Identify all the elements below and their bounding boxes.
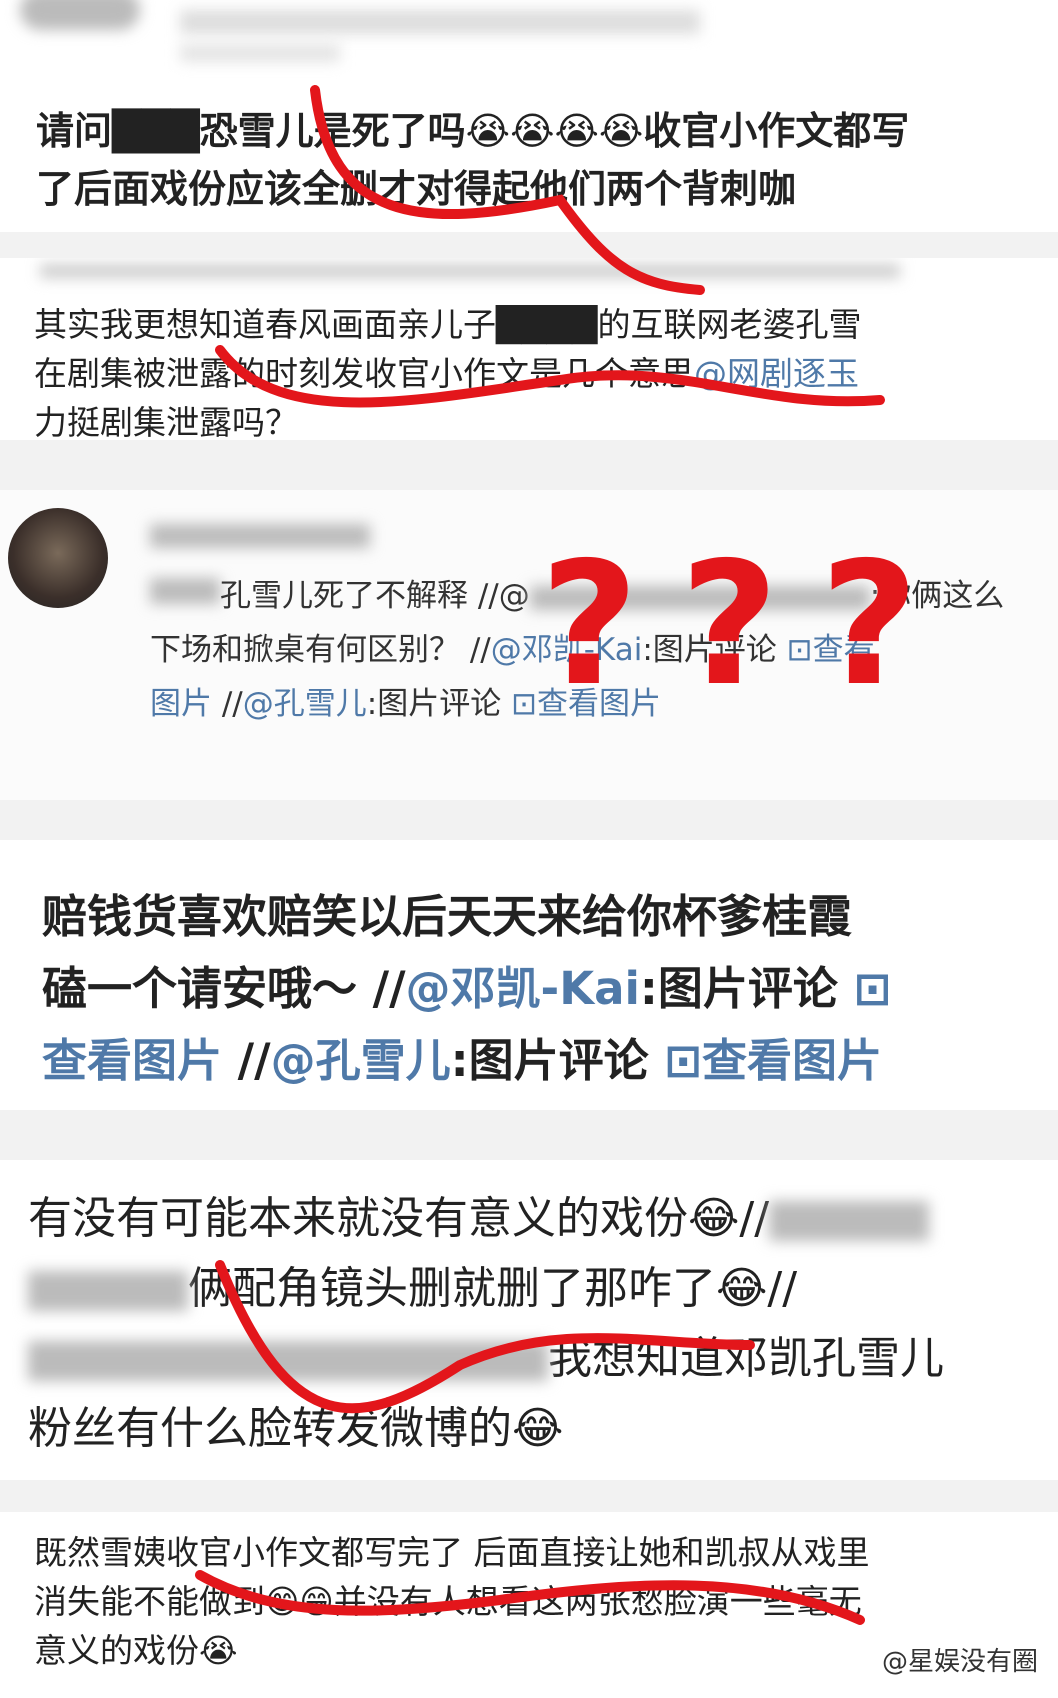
watermark: @星娱没有圈 [881, 1647, 1038, 1677]
mention-link[interactable]: @邓凯-Kai [406, 962, 640, 1015]
blurred-mention [28, 1341, 548, 1381]
blurred-mention [769, 1201, 930, 1241]
post-text-line: 意义的戏份😭 [34, 1631, 238, 1670]
image-icon[interactable]: ⊡ [854, 962, 892, 1015]
post-text-line: 有没有可能本来就没有意义的戏份😂// [28, 1182, 930, 1246]
blurred-header [20, 0, 140, 30]
post-card-6: 既然雪姨收官小作文都写完了 后面直接让她和凯叔从戏里 消失能不能做到😁😁并没有人… [0, 1512, 1058, 1698]
post-text-line: 赔钱货喜欢赔笑以后天天来给你杯爹桂霞 [42, 890, 853, 943]
view-image-link[interactable]: ⊡查看图片 [664, 1034, 882, 1087]
blurred-username [180, 10, 700, 34]
post-text-line: 在剧集被泄露的时刻发收官小作文是几个意思@网剧逐玉 [34, 347, 859, 395]
post-text-line: 力挺剧集泄露吗？ [34, 403, 298, 440]
post-text-line: 我想知道邓凯孔雪儿 [28, 1322, 944, 1386]
view-image-link[interactable]: 查看图片 [42, 1034, 222, 1087]
image-icon: ⊡ [664, 1034, 702, 1087]
mention-link[interactable]: @孔雪儿 [243, 686, 367, 722]
post-card-1: 请问███恐雪儿是死了吗😭😭😭😭收官小作文都写 了后面戏份应该全删才对得起他们两… [0, 0, 1058, 232]
post-text-line: 查看图片 //@孔雪儿:图片评论 ⊡查看图片 [42, 1024, 882, 1089]
blurred-mention [28, 1271, 188, 1311]
post-text: 孔雪儿死了不解释 //@ [220, 578, 530, 614]
post-text: 有没有可能本来就没有意义的戏份😂// [28, 1193, 770, 1244]
mention-link[interactable]: @孔雪儿 [271, 1034, 451, 1087]
blurred-time [180, 44, 340, 62]
post-text: :图片评论 [450, 1034, 649, 1087]
post-text-line: 消失能不能做到😁😁并没有人想看这两张愁脸演一些毫无 [34, 1582, 862, 1621]
image-icon: ⊡ [511, 686, 538, 722]
post-card-4: 赔钱货喜欢赔笑以后天天来给你杯爹桂霞 磕一个请安哦～ //@邓凯-Kai:图片评… [0, 840, 1058, 1110]
post-text: 俩配角镜头删就删了那咋了😂// [188, 1263, 798, 1314]
post-text-line: 磕一个请安哦～ //@邓凯-Kai:图片评论 ⊡ [42, 952, 891, 1017]
blurred-header [40, 264, 900, 278]
question-mark: ? [820, 526, 919, 724]
post-text: 下场和掀桌有何区别？ // [150, 632, 491, 668]
post-text-line: 其实我更想知道春风画面亲儿子████的互联网老婆孔雪 [34, 305, 862, 344]
post-text-line: 既然雪姨收官小作文都写完了 后面直接让她和凯叔从戏里 [34, 1533, 870, 1572]
question-mark: ? [540, 526, 639, 724]
avatar[interactable] [8, 508, 108, 608]
post-text: 在剧集被泄露的时刻发收官小作文是几个意思 [34, 354, 694, 393]
post-text-line: 了后面戏份应该全删才对得起他们两个背刺咖 [36, 167, 797, 211]
view-image-link[interactable]: 图片 [150, 686, 212, 722]
blurred-username [150, 524, 370, 548]
question-mark: ? [680, 526, 779, 724]
post-text: // [212, 686, 243, 722]
post-text-line: 粉丝有什么脸转发微博的😂 [28, 1403, 564, 1454]
post-text: :图片评论 [639, 962, 838, 1015]
post-text: :图片评论 [366, 686, 502, 722]
post-card-2: 其实我更想知道春风画面亲儿子████的互联网老婆孔雪 在剧集被泄露的时刻发收官小… [0, 258, 1058, 440]
post-text: 磕一个请安哦～ // [42, 962, 406, 1015]
post-card-5: 有没有可能本来就没有意义的戏份😂// 俩配角镜头删就删了那咋了😂// 我想知道邓… [0, 1160, 1058, 1480]
mention-link[interactable]: @网剧逐玉 [694, 354, 859, 393]
image-icon: ⊡ [786, 632, 813, 668]
blurred-prefix [150, 578, 220, 604]
post-text: 我想知道邓凯孔雪儿 [548, 1333, 944, 1384]
post-card-3: 孔雪儿死了不解释 //@:你俩这么 下场和掀桌有何区别？ //@邓凯-Kai:图… [0, 490, 1058, 800]
post-text: // [222, 1034, 271, 1087]
view-image-label: 查看图片 [701, 1034, 882, 1087]
post-text-line: 请问███恐雪儿是死了吗😭😭😭😭收官小作文都写 [36, 109, 910, 153]
post-text-line: 俩配角镜头删就删了那咋了😂// [28, 1252, 797, 1316]
